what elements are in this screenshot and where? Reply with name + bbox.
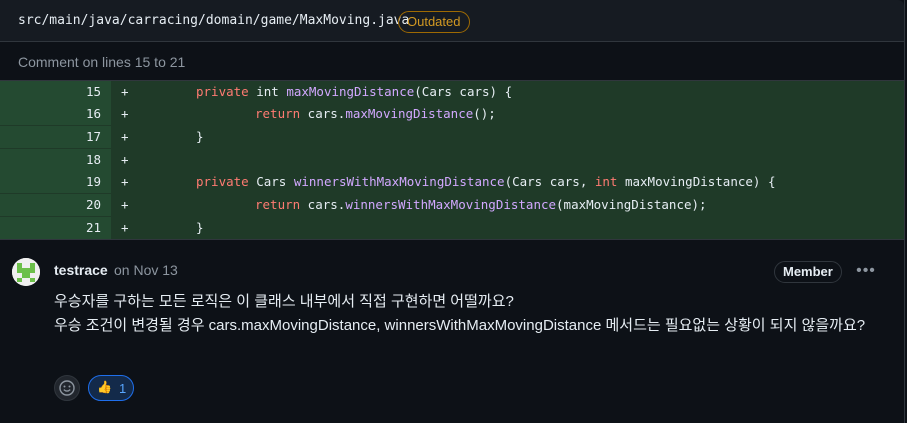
addition-marker: + bbox=[121, 197, 129, 212]
file-header: src/main/java/carracing/domain/game/MaxM… bbox=[0, 0, 904, 42]
code-token: (Cars cars) { bbox=[414, 84, 513, 99]
code-token: maxMovingDistance bbox=[286, 84, 415, 99]
thumbs-up-reaction-button[interactable]: 👍 1 bbox=[88, 375, 134, 401]
code-line: 15 + private int maxMovingDistance(Cars … bbox=[0, 81, 904, 103]
code-token: return bbox=[255, 197, 301, 212]
line-number: 18 bbox=[85, 152, 101, 167]
comment-timestamp[interactable]: on Nov 13 bbox=[114, 262, 178, 278]
comment-body-line: 우승 조건이 변경될 경우 cars.maxMovingDistance, wi… bbox=[54, 317, 866, 334]
line-number: 20 bbox=[85, 197, 101, 212]
add-reaction-button[interactable] bbox=[54, 375, 80, 401]
code-token: int bbox=[248, 84, 287, 99]
code-snippet: 15 + private int maxMovingDistance(Cars … bbox=[0, 80, 904, 240]
line-number: 16 bbox=[85, 106, 101, 121]
line-number: 19 bbox=[85, 174, 101, 189]
code-line: 17 + } bbox=[0, 126, 904, 148]
line-number: 17 bbox=[85, 129, 101, 144]
identicon-icon bbox=[12, 258, 40, 286]
code-token: (maxMovingDistance); bbox=[556, 197, 707, 212]
avatar[interactable] bbox=[12, 258, 40, 286]
comment-lines-label: Comment on lines 15 to 21 bbox=[18, 54, 186, 70]
code-token: cars. bbox=[300, 106, 346, 121]
code-line: 21 + } bbox=[0, 217, 904, 239]
outdated-badge: Outdated bbox=[398, 11, 470, 33]
thumbs-up-icon: 👍 bbox=[97, 380, 112, 394]
code-token: winnersWithMaxMovingDistance bbox=[293, 174, 505, 189]
addition-marker: + bbox=[121, 129, 129, 144]
code-token: } bbox=[196, 129, 204, 144]
code-line: 20 + return cars.winnersWithMaxMovingDis… bbox=[0, 194, 904, 216]
addition-marker: + bbox=[121, 174, 129, 189]
code-token: int bbox=[594, 174, 618, 189]
review-comment-thread: src/main/java/carracing/domain/game/MaxM… bbox=[0, 0, 905, 423]
code-line: 16 + return cars.maxMovingDistance(); bbox=[0, 103, 904, 125]
code-token: winnersWithMaxMovingDistance bbox=[345, 197, 557, 212]
addition-marker: + bbox=[121, 106, 129, 121]
code-token: private bbox=[196, 84, 249, 99]
comment-body-line: 우승자를 구하는 모든 로직은 이 클래스 내부에서 직접 구현하면 어떨까요? bbox=[54, 293, 514, 310]
code-token: cars. bbox=[300, 197, 346, 212]
code-token: maxMovingDistance) { bbox=[617, 174, 776, 189]
code-token: maxMovingDistance bbox=[345, 106, 474, 121]
code-token: (); bbox=[473, 106, 496, 121]
file-path-link[interactable]: src/main/java/carracing/domain/game/MaxM… bbox=[18, 13, 409, 28]
addition-marker: + bbox=[121, 152, 129, 167]
member-badge: Member bbox=[774, 261, 842, 283]
comment-author-link[interactable]: testrace bbox=[54, 262, 108, 278]
comment-body: 우승자를 구하는 모든 로직은 이 클래스 내부에서 직접 구현하면 어떨까요?… bbox=[54, 290, 884, 338]
smiley-icon bbox=[59, 380, 75, 396]
addition-marker: + bbox=[121, 84, 129, 99]
code-token: private bbox=[196, 174, 249, 189]
code-token: return bbox=[255, 106, 301, 121]
code-token: (Cars cars, bbox=[504, 174, 595, 189]
reaction-count: 1 bbox=[119, 381, 127, 396]
code-line: 18 + bbox=[0, 149, 904, 171]
code-token: Cars bbox=[248, 174, 294, 189]
line-number: 15 bbox=[85, 84, 101, 99]
addition-marker: + bbox=[121, 220, 129, 235]
line-number: 21 bbox=[85, 220, 101, 235]
code-token: } bbox=[196, 220, 204, 235]
code-line: 19 + private Cars winnersWithMaxMovingDi… bbox=[0, 171, 904, 193]
kebab-horizontal-icon[interactable]: ••• bbox=[856, 262, 876, 280]
